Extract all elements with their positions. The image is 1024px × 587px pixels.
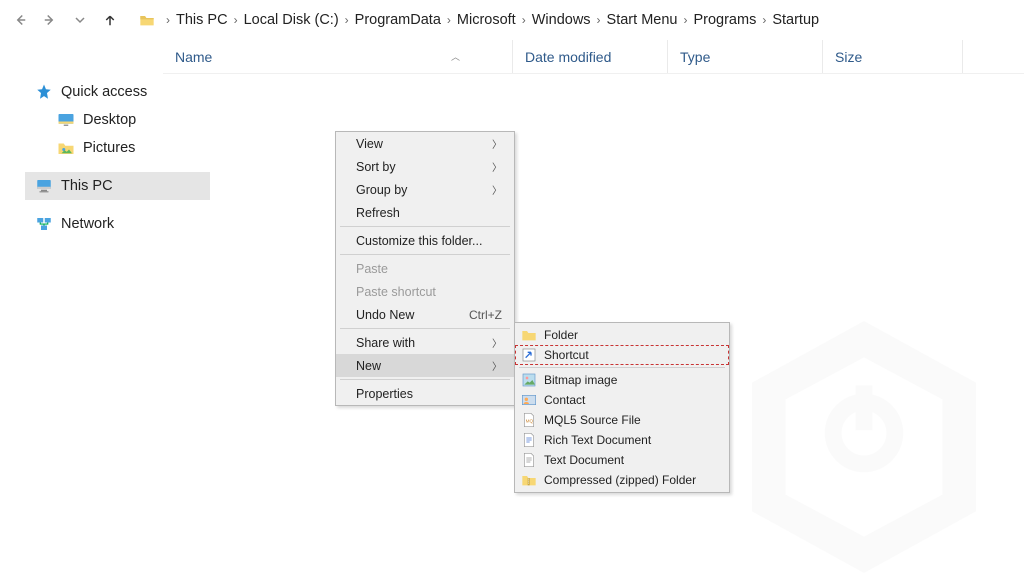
column-name[interactable]: Name ︿ bbox=[163, 40, 513, 73]
ctx-share-with[interactable]: Share with〉 bbox=[336, 331, 514, 354]
nav-forward-button[interactable] bbox=[38, 8, 62, 32]
chevron-right-icon: › bbox=[345, 13, 349, 27]
nav-recent-dropdown[interactable] bbox=[68, 8, 92, 32]
sort-indicator-icon: ︿ bbox=[451, 50, 460, 63]
breadcrumb-item[interactable]: Start Menu bbox=[605, 12, 680, 28]
address-bar[interactable]: › This PC › Local Disk (C:) › ProgramDat… bbox=[132, 12, 1016, 28]
chevron-right-icon: › bbox=[447, 13, 451, 27]
tree-label: Quick access bbox=[61, 84, 147, 100]
submenu-new-contact[interactable]: Contact bbox=[515, 390, 729, 410]
tree-label: Desktop bbox=[83, 112, 136, 128]
ctx-view[interactable]: View〉 bbox=[336, 132, 514, 155]
separator bbox=[340, 379, 510, 380]
ctx-paste: Paste bbox=[336, 257, 514, 280]
separator bbox=[519, 367, 725, 368]
ctx-properties[interactable]: Properties bbox=[336, 382, 514, 405]
folder-icon bbox=[521, 327, 537, 343]
submenu-label: Compressed (zipped) Folder bbox=[544, 473, 696, 487]
column-headers: Name ︿ Date modified Type Size bbox=[163, 40, 1024, 74]
ctx-customize[interactable]: Customize this folder... bbox=[336, 229, 514, 252]
breadcrumb-item[interactable]: Windows bbox=[530, 12, 593, 28]
chevron-right-icon: › bbox=[683, 13, 687, 27]
submenu-arrow-icon: 〉 bbox=[492, 358, 502, 373]
submenu-new-text[interactable]: Text Document bbox=[515, 450, 729, 470]
submenu-label: Rich Text Document bbox=[544, 433, 651, 447]
separator bbox=[340, 226, 510, 227]
ctx-group-by[interactable]: Group by〉 bbox=[336, 178, 514, 201]
submenu-label: Contact bbox=[544, 393, 585, 407]
submenu-arrow-icon: 〉 bbox=[492, 182, 502, 197]
watermark-logo bbox=[724, 307, 1004, 587]
submenu-new-mql5[interactable]: MQ MQL5 Source File bbox=[515, 410, 729, 430]
separator bbox=[340, 328, 510, 329]
file-text-icon bbox=[521, 452, 537, 468]
breadcrumb-item[interactable]: This PC bbox=[174, 12, 230, 28]
submenu-new-bitmap[interactable]: Bitmap image bbox=[515, 370, 729, 390]
breadcrumb-item[interactable]: ProgramData bbox=[353, 12, 443, 28]
star-icon bbox=[35, 83, 53, 101]
ctx-refresh[interactable]: Refresh bbox=[336, 201, 514, 224]
pictures-icon bbox=[57, 139, 75, 157]
tree-this-pc[interactable]: This PC bbox=[25, 172, 210, 200]
submenu-label: MQL5 Source File bbox=[544, 413, 641, 427]
tree-label: This PC bbox=[61, 178, 113, 194]
file-rtf-icon bbox=[521, 432, 537, 448]
column-date[interactable]: Date modified bbox=[513, 40, 668, 73]
computer-icon bbox=[35, 177, 53, 195]
chevron-right-icon: › bbox=[597, 13, 601, 27]
toolbar: › This PC › Local Disk (C:) › ProgramDat… bbox=[0, 0, 1024, 40]
navigation-pane: Quick access Desktop Pictures This PC Ne… bbox=[0, 58, 210, 238]
nav-up-button[interactable] bbox=[98, 8, 122, 32]
submenu-label: Shortcut bbox=[544, 348, 589, 362]
column-size[interactable]: Size bbox=[823, 40, 963, 73]
svg-text:MQ: MQ bbox=[526, 419, 534, 424]
chevron-right-icon: › bbox=[522, 13, 526, 27]
ctx-sort-by[interactable]: Sort by〉 bbox=[336, 155, 514, 178]
context-submenu-new: Folder Shortcut Bitmap image Contact MQ … bbox=[514, 322, 730, 493]
ctx-new[interactable]: New〉 bbox=[336, 354, 514, 377]
submenu-label: Folder bbox=[544, 328, 578, 342]
submenu-arrow-icon: 〉 bbox=[492, 335, 502, 350]
tree-quick-access[interactable]: Quick access bbox=[25, 78, 210, 106]
tree-desktop[interactable]: Desktop bbox=[25, 106, 210, 134]
separator bbox=[340, 254, 510, 255]
breadcrumb-item[interactable]: Startup bbox=[770, 12, 821, 28]
tree-network[interactable]: Network bbox=[25, 210, 210, 238]
submenu-new-folder[interactable]: Folder bbox=[515, 325, 729, 345]
breadcrumb-item[interactable]: Local Disk (C:) bbox=[242, 12, 341, 28]
breadcrumb-item[interactable]: Programs bbox=[691, 12, 758, 28]
submenu-new-rtf[interactable]: Rich Text Document bbox=[515, 430, 729, 450]
breadcrumb-item[interactable]: Microsoft bbox=[455, 12, 518, 28]
file-code-icon: MQ bbox=[521, 412, 537, 428]
column-type[interactable]: Type bbox=[668, 40, 823, 73]
tree-pictures[interactable]: Pictures bbox=[25, 134, 210, 162]
desktop-icon bbox=[57, 111, 75, 129]
submenu-new-zip[interactable]: Compressed (zipped) Folder bbox=[515, 470, 729, 490]
keyboard-shortcut: Ctrl+Z bbox=[469, 308, 502, 322]
ctx-undo[interactable]: Undo NewCtrl+Z bbox=[336, 303, 514, 326]
ctx-paste-shortcut: Paste shortcut bbox=[336, 280, 514, 303]
chevron-right-icon: › bbox=[762, 13, 766, 27]
submenu-new-shortcut[interactable]: Shortcut bbox=[515, 345, 729, 365]
nav-back-button[interactable] bbox=[8, 8, 32, 32]
folder-icon bbox=[138, 12, 156, 28]
chevron-right-icon: › bbox=[166, 13, 170, 27]
submenu-arrow-icon: 〉 bbox=[492, 136, 502, 151]
context-menu: View〉 Sort by〉 Group by〉 Refresh Customi… bbox=[335, 131, 515, 406]
shortcut-icon bbox=[521, 347, 537, 363]
submenu-label: Text Document bbox=[544, 453, 624, 467]
image-icon bbox=[521, 372, 537, 388]
chevron-right-icon: › bbox=[234, 13, 238, 27]
network-icon bbox=[35, 215, 53, 233]
submenu-label: Bitmap image bbox=[544, 373, 617, 387]
zip-icon bbox=[521, 472, 537, 488]
tree-label: Pictures bbox=[83, 140, 135, 156]
submenu-arrow-icon: 〉 bbox=[492, 159, 502, 174]
tree-label: Network bbox=[61, 216, 114, 232]
contact-icon bbox=[521, 392, 537, 408]
